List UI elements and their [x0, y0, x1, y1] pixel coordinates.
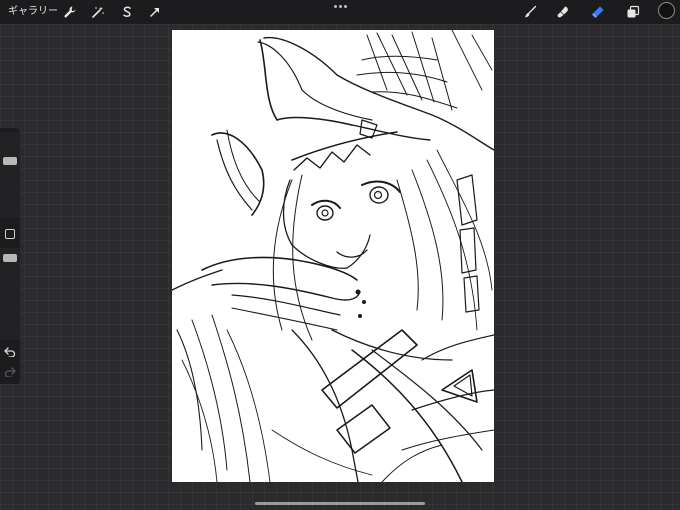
drawing-canvas[interactable]: [172, 30, 494, 482]
selection-button[interactable]: [118, 3, 136, 21]
layers-button[interactable]: [624, 3, 642, 21]
dot: [338, 4, 342, 8]
undo-button[interactable]: [3, 346, 17, 358]
selection-icon: [123, 6, 131, 17]
brush-button[interactable]: [521, 3, 539, 21]
transform-icon: [150, 8, 159, 17]
procreate-app: ギャラリー: [0, 0, 680, 510]
left-sidebar: [0, 128, 20, 384]
adjustments-button[interactable]: [89, 3, 107, 21]
actions-button[interactable]: [61, 3, 79, 21]
brush-size-slider[interactable]: [0, 132, 20, 218]
redo-button[interactable]: [3, 366, 17, 378]
undo-icon: [4, 347, 16, 357]
smudge-icon: [557, 6, 568, 18]
smudge-button[interactable]: [554, 3, 572, 21]
brush-icon: [525, 5, 537, 18]
transform-button[interactable]: [146, 3, 164, 21]
opacity-handle[interactable]: [3, 254, 17, 262]
adjustments-icon: [92, 6, 104, 18]
brush-size-handle[interactable]: [3, 157, 17, 165]
layers-icon: [627, 5, 640, 18]
dot: [333, 4, 337, 8]
color-picker-button[interactable]: [658, 2, 675, 19]
eraser-button[interactable]: [589, 3, 607, 21]
gallery-button[interactable]: ギャラリー: [8, 5, 58, 19]
eraser-icon: [592, 6, 604, 18]
home-indicator[interactable]: [255, 502, 425, 505]
modify-button[interactable]: [5, 229, 15, 239]
opacity-slider[interactable]: [0, 248, 20, 340]
actions-icon: [64, 6, 76, 18]
top-toolbar: ギャラリー: [0, 0, 680, 24]
sketch-artwork: [172, 30, 494, 482]
more-options-handle[interactable]: [333, 3, 347, 9]
redo-icon: [4, 367, 16, 377]
dot: [343, 4, 347, 8]
